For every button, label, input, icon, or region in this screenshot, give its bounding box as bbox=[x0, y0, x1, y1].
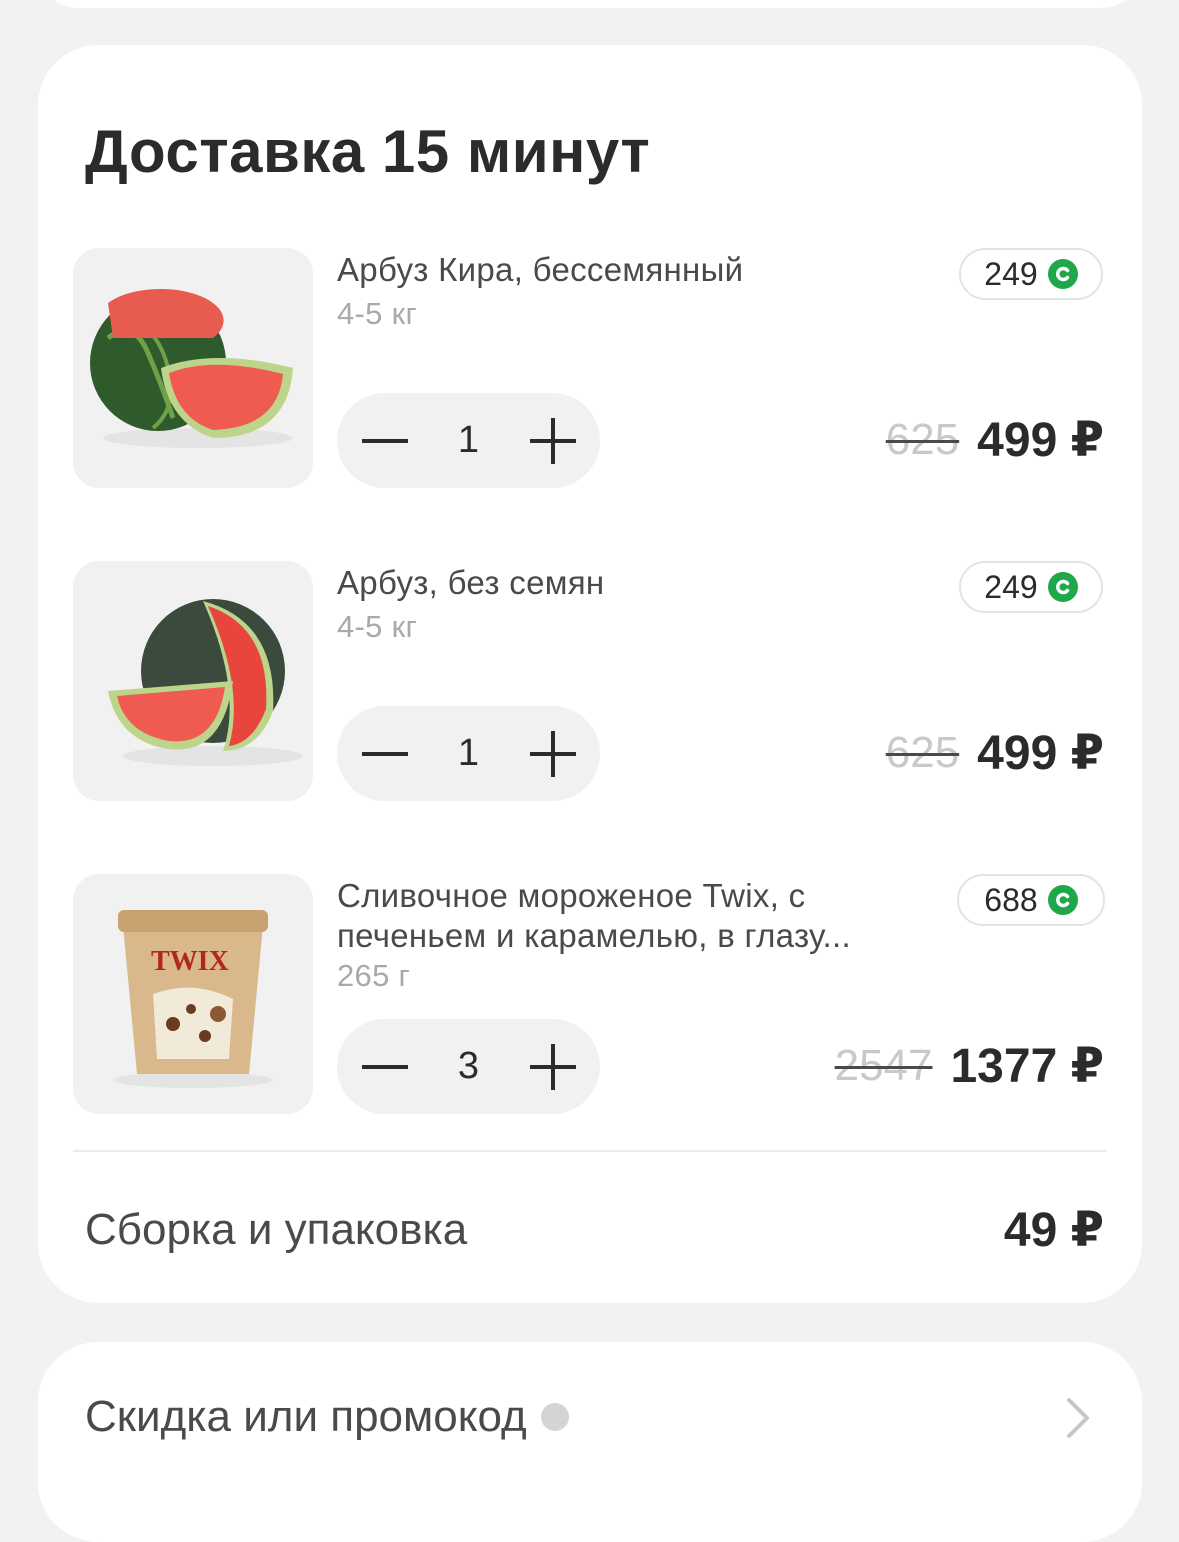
product-image[interactable] bbox=[73, 248, 313, 488]
decrease-button[interactable] bbox=[337, 1019, 432, 1114]
packing-label: Сборка и упаковка bbox=[85, 1205, 468, 1254]
current-price: 499 ₽ bbox=[977, 414, 1104, 467]
info-dot-icon bbox=[540, 1403, 569, 1431]
bonus-coin-icon bbox=[1047, 572, 1078, 602]
item-name[interactable]: Сливочное мороженое Twix, с печеньем и к… bbox=[337, 876, 937, 956]
item-name[interactable]: Арбуз, без семян bbox=[337, 563, 937, 603]
increase-button[interactable] bbox=[505, 706, 600, 801]
quantity-value: 1 bbox=[457, 419, 480, 461]
current-price: 499 ₽ bbox=[977, 727, 1104, 780]
bonus-value: 688 bbox=[984, 881, 1038, 918]
chevron-right-icon[interactable] bbox=[1066, 1397, 1090, 1439]
packing-price: 49 ₽ bbox=[1003, 1204, 1104, 1257]
product-image[interactable]: TWIX bbox=[73, 874, 313, 1114]
old-price: 625 bbox=[885, 415, 960, 464]
bonus-coin-icon bbox=[1047, 259, 1078, 289]
product-image[interactable] bbox=[73, 561, 313, 801]
decrease-button[interactable] bbox=[337, 706, 432, 801]
bonus-coin-icon bbox=[1047, 885, 1078, 915]
cart-item: Арбуз, без семян 4-5 кг 249 1 625 499 ₽ bbox=[38, 561, 1142, 801]
watermelon-image bbox=[108, 599, 303, 766]
item-prices: 2547 1377 ₽ bbox=[835, 1034, 1104, 1098]
item-name[interactable]: Арбуз Кира, бессемянный bbox=[337, 250, 937, 290]
decrease-button[interactable] bbox=[337, 393, 432, 488]
plus-icon bbox=[529, 417, 576, 464]
item-prices: 625 499 ₽ bbox=[886, 408, 1104, 472]
quantity-value: 3 bbox=[457, 1045, 480, 1087]
svg-text:TWIX: TWIX bbox=[151, 946, 229, 977]
bonus-value: 249 bbox=[984, 255, 1038, 292]
quantity-value: 1 bbox=[457, 732, 480, 774]
old-price: 2547 bbox=[834, 1041, 933, 1090]
plus-icon bbox=[529, 730, 576, 777]
minus-icon bbox=[361, 1064, 408, 1069]
section-title: Доставка 15 минут bbox=[85, 118, 651, 185]
delivery-section: Доставка 15 минут Арбуз Кира, бессемянны… bbox=[38, 45, 1142, 1303]
current-price: 1377 ₽ bbox=[950, 1040, 1104, 1093]
cart-item: TWIX Сливочное мороженое Twix, с печенье… bbox=[38, 874, 1142, 1114]
promo-label-group: Скидка или промокод bbox=[85, 1392, 569, 1442]
quantity-stepper: 3 bbox=[337, 1019, 600, 1114]
quantity-stepper: 1 bbox=[337, 706, 600, 801]
item-weight: 4-5 кг bbox=[337, 609, 418, 644]
minus-icon bbox=[361, 751, 408, 756]
bonus-badge: 688 bbox=[957, 874, 1105, 926]
promo-row[interactable]: Скидка или промокод bbox=[38, 1342, 1142, 1542]
promo-label: Скидка или промокод bbox=[85, 1392, 527, 1441]
minus-icon bbox=[361, 438, 408, 443]
bonus-value: 249 bbox=[984, 568, 1038, 605]
divider bbox=[73, 1150, 1107, 1152]
watermelon-image bbox=[90, 288, 293, 448]
previous-card bbox=[38, 0, 1142, 8]
bonus-badge: 249 bbox=[959, 248, 1103, 300]
cart-item: Арбуз Кира, бессемянный 4-5 кг 249 1 625… bbox=[38, 248, 1142, 488]
item-weight: 265 г bbox=[337, 958, 411, 993]
increase-button[interactable] bbox=[505, 1019, 600, 1114]
plus-icon bbox=[529, 1043, 576, 1090]
quantity-stepper: 1 bbox=[337, 393, 600, 488]
item-prices: 625 499 ₽ bbox=[886, 721, 1104, 785]
bonus-badge: 249 bbox=[959, 561, 1103, 613]
increase-button[interactable] bbox=[505, 393, 600, 488]
old-price: 625 bbox=[885, 728, 960, 777]
item-weight: 4-5 кг bbox=[337, 296, 418, 331]
ice-cream-tub-image: TWIX bbox=[113, 910, 273, 1088]
